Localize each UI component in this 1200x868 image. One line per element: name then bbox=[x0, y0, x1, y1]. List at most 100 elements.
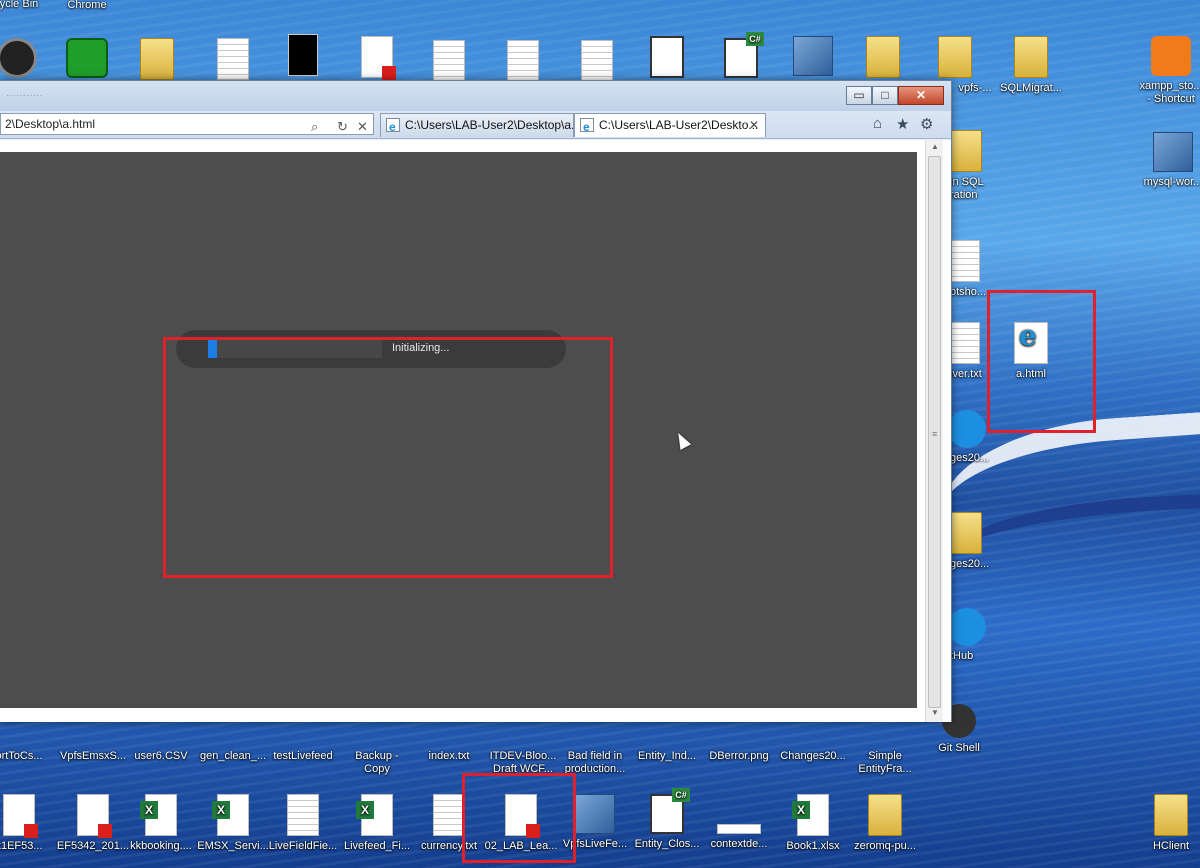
icon-label: ITDEV-Bloo... Draft WCF... bbox=[489, 750, 557, 775]
desktop-icon-xampp[interactable]: xampp_sto... - Shortcut bbox=[1134, 36, 1200, 106]
icon-label: Entity_Ind... bbox=[637, 750, 697, 762]
desktop-icon-folder[interactable] bbox=[120, 38, 194, 84]
icon-label: Bad field in production... bbox=[564, 750, 626, 775]
search-icon[interactable]: ⌕ bbox=[311, 117, 318, 137]
folder-icon bbox=[938, 36, 972, 78]
maximize-button[interactable]: □ bbox=[872, 86, 898, 105]
title-bar[interactable]: ··········· ▭ □ ✕ bbox=[0, 81, 951, 111]
icon-label: Backup - Copy bbox=[355, 750, 399, 775]
desktop-icon-4[interactable]: testLivefeed bbox=[266, 750, 340, 763]
desktop-icon-6[interactable]: index.txt bbox=[412, 750, 486, 763]
desktop-icon-cs[interactable] bbox=[704, 32, 778, 82]
document-icon bbox=[217, 38, 249, 80]
desktop-icon-media[interactable] bbox=[0, 38, 54, 82]
icon-label: contextde... bbox=[710, 838, 768, 850]
home-icon[interactable]: ⌂ bbox=[873, 115, 882, 132]
desktop-icon-bottom-4[interactable]: LiveFieldFie... bbox=[266, 794, 340, 853]
icon-label: Git Shell bbox=[938, 742, 980, 754]
icon-label: ycle Bin bbox=[0, 0, 39, 10]
pdf-icon bbox=[361, 36, 396, 80]
desktop-icon-1[interactable]: VpfsEmsxS... bbox=[56, 750, 130, 763]
desktop-icon-12[interactable]: Simple EntityFra... bbox=[848, 750, 922, 776]
desktop-icon-bottom-9[interactable]: Entity_Clos... bbox=[630, 788, 704, 851]
scrollbar-thumb[interactable]: ≡ bbox=[928, 156, 941, 708]
document-icon bbox=[433, 40, 465, 82]
vertical-scrollbar[interactable]: ▲ ≡ ▼ bbox=[925, 140, 943, 722]
icon-label: EMSX_Servi... bbox=[197, 840, 269, 852]
desktop-icon-mysql[interactable]: mysql-wor... bbox=[1136, 132, 1200, 189]
desktop-icon-bottom-1[interactable]: EF5342_201... bbox=[56, 794, 130, 853]
minimize-button[interactable]: ▭ bbox=[846, 86, 872, 105]
desktop-icon-3[interactable]: gen_clean_... bbox=[196, 750, 270, 763]
scroll-down-icon[interactable]: ▼ bbox=[926, 708, 944, 722]
internet-explorer-icon bbox=[386, 116, 400, 137]
desktop-icon-bottom-0[interactable]: k1EF53... bbox=[0, 794, 56, 853]
scroll-up-icon[interactable]: ▲ bbox=[926, 142, 944, 156]
document-icon bbox=[948, 240, 980, 282]
desktop-icon-sqlmigrate[interactable]: SQLMigrat... bbox=[994, 36, 1068, 95]
gear-icon[interactable]: ⚙ bbox=[920, 115, 933, 133]
desktop-icon-bottom-12[interactable]: zeromq-pu... bbox=[848, 794, 922, 853]
desktop-icon-10[interactable]: DBerror.png bbox=[702, 750, 776, 763]
stop-icon[interactable]: ✕ bbox=[357, 117, 368, 137]
pdf-icon bbox=[77, 794, 112, 838]
desktop-icon-remote[interactable] bbox=[50, 38, 124, 82]
hp-icon bbox=[948, 410, 986, 448]
desktop-icon-bottom-11[interactable]: Book1.xlsx bbox=[776, 794, 850, 853]
address-row: 2\Desktop\a.html ⌕ ↻ ✕ C:\Users\LAB-User… bbox=[0, 111, 951, 139]
desktop-icon-pdf[interactable] bbox=[340, 36, 414, 82]
tab-a-html-1[interactable]: C:\Users\LAB-User2\Desktop\a... bbox=[380, 113, 574, 137]
desktop-icon-9[interactable]: Entity_Ind... bbox=[630, 750, 704, 763]
desktop-icon-chrome[interactable]: Google Chrome bbox=[50, 0, 124, 24]
desktop-icon-setup[interactable] bbox=[776, 36, 850, 80]
icon-label: index.txt bbox=[428, 750, 470, 762]
icon-label: ges20... bbox=[950, 558, 990, 570]
desktop-icon-doc[interactable] bbox=[196, 38, 270, 84]
file-icon bbox=[288, 34, 318, 76]
cs-icon bbox=[650, 788, 690, 834]
desktop-icon-bottom-10[interactable]: contextde... bbox=[702, 794, 776, 851]
minimize-icon: ▭ bbox=[853, 88, 865, 102]
desktop-icon-2[interactable]: user6.CSV bbox=[124, 750, 198, 763]
desktop-icon-login-sql[interactable]: in SQL ration bbox=[944, 130, 1004, 202]
excel-icon bbox=[792, 794, 829, 836]
desktop-icon-5[interactable]: Backup - Copy bbox=[340, 750, 414, 776]
internet-explorer-icon bbox=[580, 116, 594, 137]
refresh-icon[interactable]: ↻ bbox=[337, 117, 348, 137]
folder-icon bbox=[948, 512, 982, 554]
desktop-icon-folder[interactable] bbox=[846, 36, 920, 82]
desktop-icon-changes[interactable]: ges20... bbox=[944, 512, 1004, 571]
folder-icon bbox=[868, 794, 902, 836]
icon-label: Changes20... bbox=[780, 750, 846, 762]
desktop-icon-0[interactable]: ortToCs... bbox=[0, 750, 56, 763]
close-button[interactable]: ✕ bbox=[898, 86, 944, 105]
desktop-icon-11[interactable]: Changes20... bbox=[776, 750, 850, 763]
tab-a-html-2[interactable]: C:\Users\LAB-User2\Deskto... ✕ bbox=[574, 113, 766, 137]
icon-label: ortToCs... bbox=[0, 750, 43, 762]
tab-label: C:\Users\LAB-User2\Desktop\a... bbox=[405, 118, 574, 132]
icon-label: mysql-wor... bbox=[1143, 176, 1200, 188]
document-icon bbox=[581, 40, 613, 82]
long-icon bbox=[717, 824, 761, 834]
desktop-icon-black-file[interactable] bbox=[266, 34, 340, 80]
address-bar[interactable]: 2\Desktop\a.html ⌕ ↻ ✕ bbox=[0, 113, 374, 135]
icon-label: gen_clean_... bbox=[199, 750, 267, 762]
icon-label: LiveFieldFie... bbox=[268, 840, 338, 852]
desktop-icon-bottom-5[interactable]: Livefeed_Fi... bbox=[340, 794, 414, 853]
icon-label: Google Chrome bbox=[67, 0, 107, 11]
github-icon bbox=[948, 608, 986, 646]
desktop-icon-github[interactable]: tHub bbox=[944, 608, 1004, 663]
tab-close-icon[interactable]: ✕ bbox=[749, 114, 759, 136]
icon-label: kkbooking.... bbox=[130, 840, 192, 852]
desktop-icon-tool[interactable] bbox=[630, 36, 704, 82]
desktop-icon-bottom-2[interactable]: kkbooking.... bbox=[124, 794, 198, 853]
desktop-icon-bottom-3[interactable]: EMSX_Servi... bbox=[196, 794, 270, 853]
desktop-icon-recycle-bin[interactable]: ycle Bin bbox=[0, 0, 56, 11]
excel-icon bbox=[356, 794, 393, 836]
icon-label: Livefeed_Fi... bbox=[343, 840, 411, 852]
favorites-icon[interactable]: ★ bbox=[896, 115, 909, 133]
icon-label: Book1.xlsx bbox=[786, 840, 840, 852]
excel-icon bbox=[140, 794, 177, 836]
desktop-icon-bottom-13[interactable]: HClient bbox=[1134, 794, 1200, 853]
folder-icon bbox=[1014, 36, 1048, 78]
